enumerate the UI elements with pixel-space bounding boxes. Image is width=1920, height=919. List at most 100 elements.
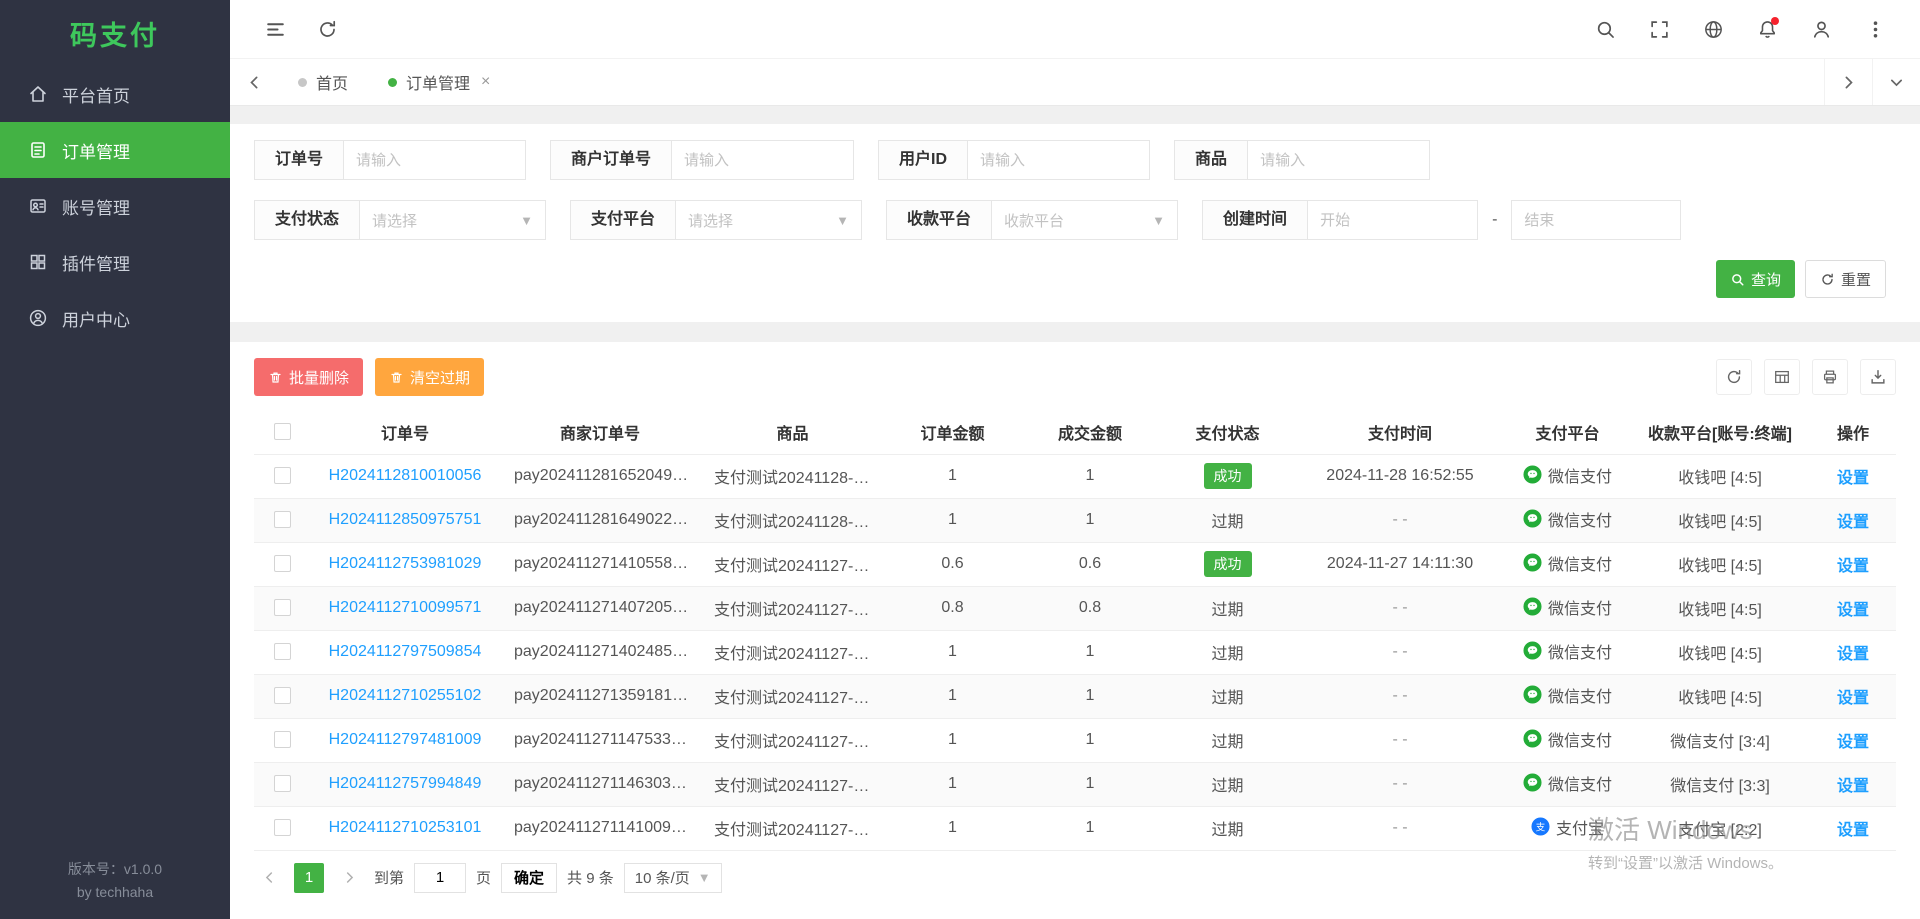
language-globe-icon[interactable]: [1692, 8, 1734, 50]
order-no-link[interactable]: H2024112797481009: [329, 731, 482, 748]
paid-amount: 0.8: [1020, 586, 1160, 630]
paid-amount: 1: [1020, 498, 1160, 542]
page-size-select[interactable]: 10 条/页 ▼: [624, 863, 722, 893]
order-no-link[interactable]: H2024112757994849: [329, 775, 482, 792]
table-row: H2024112710253101pay202411271141009023支付…: [254, 806, 1896, 850]
columns-setting-icon[interactable]: [1764, 359, 1800, 395]
platform-name: 微信支付: [1548, 727, 1612, 751]
tab-close-icon[interactable]: ×: [481, 73, 490, 91]
tab-home[interactable]: 首页: [278, 59, 368, 105]
pay-platform-select[interactable]: 请选择 ▼: [676, 200, 862, 240]
column-header: 商家订单号: [500, 410, 700, 454]
status-text: 过期: [1211, 734, 1243, 751]
merchant-order-no: pay2024112714024850...: [500, 630, 700, 674]
row-setting-link[interactable]: 设置: [1837, 690, 1869, 707]
pay-time: - -: [1295, 718, 1505, 762]
platform-name: 微信支付: [1548, 551, 1612, 575]
reset-button[interactable]: 重置: [1805, 260, 1886, 298]
row-setting-link[interactable]: 设置: [1837, 470, 1869, 487]
table-refresh-icon[interactable]: [1716, 359, 1752, 395]
order-no-link[interactable]: H2024112710099571: [329, 599, 482, 616]
fullscreen-icon[interactable]: [1638, 8, 1680, 50]
status-text: 过期: [1211, 646, 1243, 663]
tab-scroll-left-icon[interactable]: [230, 59, 278, 105]
order-no-link[interactable]: H2024112850975751: [329, 511, 482, 528]
more-vertical-icon[interactable]: [1854, 8, 1896, 50]
product-input[interactable]: [1248, 140, 1430, 180]
filter-merchant-order-no: 商户订单号: [550, 140, 854, 180]
row-checkbox[interactable]: [274, 511, 291, 528]
row-checkbox[interactable]: [274, 599, 291, 616]
pay-status-select[interactable]: 请选择 ▼: [360, 200, 546, 240]
sidebar-item-order-management[interactable]: 订单管理: [0, 122, 230, 178]
batch-delete-button[interactable]: 批量删除: [254, 358, 363, 396]
clear-expired-button[interactable]: 清空过期: [375, 358, 484, 396]
order-no-link[interactable]: H2024112710255102: [329, 687, 482, 704]
user-icon[interactable]: [1800, 8, 1842, 50]
order-no-link[interactable]: H2024112710253101: [329, 819, 482, 836]
next-page-icon[interactable]: [334, 863, 364, 893]
export-icon[interactable]: [1860, 359, 1896, 395]
goto-confirm-button[interactable]: 确定: [501, 863, 557, 893]
merchant-order-no-input[interactable]: [672, 140, 854, 180]
end-time-input[interactable]: [1511, 200, 1681, 240]
sidebar-item-plugin-management[interactable]: 插件管理: [0, 234, 230, 290]
receive-platform-select[interactable]: 收款平台 ▼: [992, 200, 1178, 240]
tab-menu-chevron-icon[interactable]: [1872, 59, 1920, 105]
current-page[interactable]: 1: [294, 863, 324, 893]
collapse-menu-icon[interactable]: [254, 8, 296, 50]
row-setting-link[interactable]: 设置: [1837, 734, 1869, 751]
notification-dot: [1771, 17, 1779, 25]
row-checkbox[interactable]: [274, 819, 291, 836]
order-no-link[interactable]: H2024112797509854: [329, 643, 482, 660]
filter-label: 收款平台: [886, 200, 992, 240]
order-no-input[interactable]: [344, 140, 526, 180]
sidebar-item-label: 账号管理: [62, 194, 130, 219]
filter-label: 支付平台: [570, 200, 676, 240]
status-text: 过期: [1211, 822, 1243, 839]
prev-page-icon[interactable]: [254, 863, 284, 893]
row-setting-link[interactable]: 设置: [1837, 822, 1869, 839]
table-row: H2024112797509854pay2024112714024850...支…: [254, 630, 1896, 674]
refresh-icon[interactable]: [306, 8, 348, 50]
order-no-link[interactable]: H2024112810010056: [329, 467, 482, 484]
row-checkbox[interactable]: [274, 467, 291, 484]
filter-label: 创建时间: [1202, 200, 1308, 240]
row-setting-link[interactable]: 设置: [1837, 602, 1869, 619]
search-button[interactable]: 查询: [1716, 260, 1795, 298]
order-table-body: H2024112810010056pay2024112816520491...支…: [254, 454, 1896, 850]
goto-page-input[interactable]: [414, 863, 466, 893]
chevron-down-icon: ▼: [698, 870, 711, 885]
select-all-checkbox[interactable]: [274, 423, 291, 440]
row-setting-link[interactable]: 设置: [1837, 514, 1869, 531]
merchant-order-no: pay2024112713591817...: [500, 674, 700, 718]
status-text: 过期: [1211, 602, 1243, 619]
row-setting-link[interactable]: 设置: [1837, 558, 1869, 575]
status-text: 过期: [1211, 690, 1243, 707]
reset-icon: [1820, 272, 1835, 287]
version-text: 版本号：v1.0.0: [0, 858, 230, 880]
sidebar-item-home[interactable]: 平台首页: [0, 66, 230, 122]
start-time-input[interactable]: [1308, 200, 1478, 240]
paid-amount: 1: [1020, 762, 1160, 806]
pay-time: - -: [1295, 498, 1505, 542]
search-icon[interactable]: [1584, 8, 1626, 50]
row-checkbox[interactable]: [274, 555, 291, 572]
batch-delete-label: 批量删除: [289, 367, 349, 388]
sidebar-item-account-management[interactable]: 账号管理: [0, 178, 230, 234]
topbar-right: [1572, 8, 1896, 50]
order-table: 订单号 商家订单号 商品 订单金额 成交金额 支付状态 支付时间 支付平台 收款…: [254, 410, 1896, 851]
row-checkbox[interactable]: [274, 687, 291, 704]
row-checkbox[interactable]: [274, 643, 291, 660]
row-checkbox[interactable]: [274, 731, 291, 748]
tab-scroll-right-icon[interactable]: [1824, 59, 1872, 105]
print-icon[interactable]: [1812, 359, 1848, 395]
row-setting-link[interactable]: 设置: [1837, 778, 1869, 795]
sidebar-item-user-center[interactable]: 用户中心: [0, 290, 230, 346]
order-no-link[interactable]: H2024112753981029: [329, 555, 482, 572]
tab-order-management[interactable]: 订单管理×: [368, 59, 510, 105]
row-setting-link[interactable]: 设置: [1837, 646, 1869, 663]
row-checkbox[interactable]: [274, 775, 291, 792]
notification-bell-icon[interactable]: [1746, 8, 1788, 50]
user-id-input[interactable]: [968, 140, 1150, 180]
